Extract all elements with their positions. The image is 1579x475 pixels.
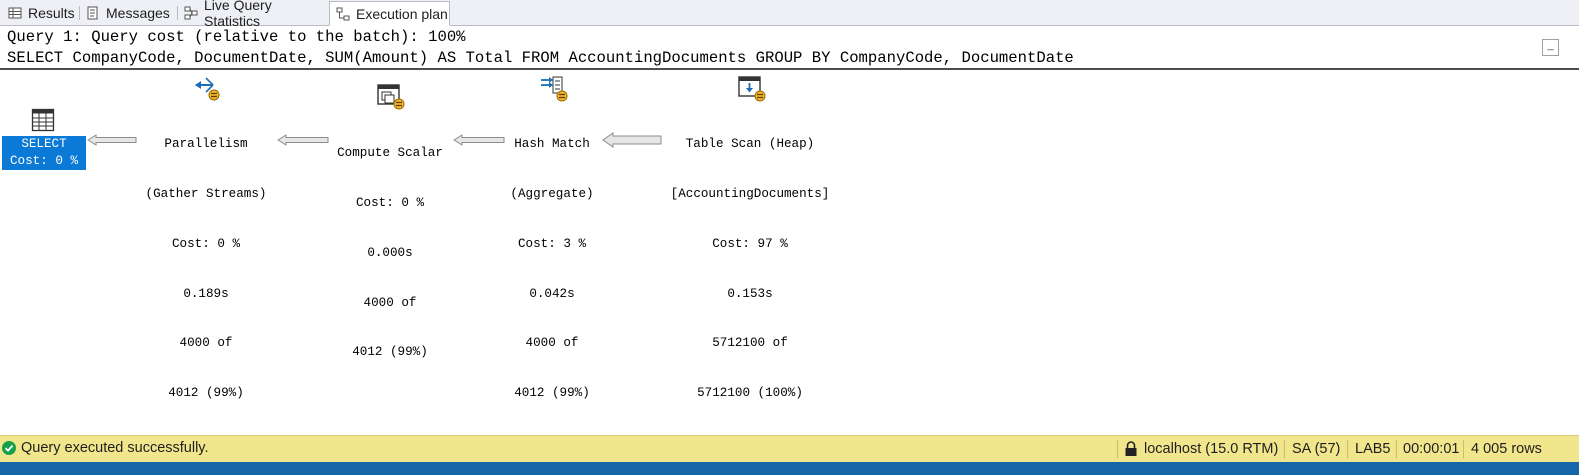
node-rows: 4000 of <box>363 295 417 310</box>
node-estimate: 5712100 (100%) <box>697 386 803 401</box>
query-cost-line: Query 1: Query cost (relative to the bat… <box>7 28 466 46</box>
tab-results-label: Results <box>28 5 75 21</box>
node-cost: Cost: 3 % <box>517 236 587 251</box>
tab-results[interactable]: Results <box>2 2 78 24</box>
status-message-area: Query executed successfully. <box>2 440 209 456</box>
hash-match-icon <box>541 76 568 102</box>
status-user: SA (57) <box>1292 441 1341 457</box>
status-bar: Query executed successfully. localhost (… <box>0 435 1579 462</box>
parallelism-node[interactable]: Parallelism (Gather Streams) Cost: 0 % 0… <box>126 103 286 435</box>
node-rows: 5712100 of <box>712 336 788 351</box>
compute-scalar-icon <box>377 84 405 110</box>
query-header: Query 1: Query cost (relative to the bat… <box>0 26 1579 70</box>
node-subtitle: (Aggregate) <box>510 186 594 201</box>
parallelism-node-icon[interactable] <box>193 76 221 102</box>
status-database: LAB5 <box>1355 441 1391 457</box>
node-cost: Cost: 0 % <box>171 236 241 251</box>
message-icon <box>86 6 100 20</box>
status-separator <box>1117 440 1118 458</box>
select-node-label: SELECT <box>21 137 67 151</box>
live-stats-icon <box>184 6 198 20</box>
node-estimate: 4012 (99%) <box>514 386 590 401</box>
table-scan-node[interactable]: Table Scan (Heap) [AccountingDocuments] … <box>650 103 850 435</box>
tab-messages-label: Messages <box>106 5 170 21</box>
status-message: Query executed successfully. <box>21 440 209 456</box>
status-separator <box>1347 440 1348 458</box>
table-scan-icon <box>738 76 766 102</box>
execution-plan-canvas: SELECT Cost: 0 % Parallelism (Gather Str… <box>0 72 1579 434</box>
tab-execution-plan-label: Execution plan <box>356 5 448 22</box>
hash-match-node[interactable]: Hash Match (Aggregate) Cost: 3 % 0.042s … <box>492 103 612 435</box>
node-time: 0.000s <box>367 245 413 260</box>
node-time: 0.189s <box>183 286 229 301</box>
collapse-button[interactable]: _ <box>1542 39 1559 56</box>
node-cost: Cost: 97 % <box>712 236 788 251</box>
compute-scalar-node[interactable]: Compute Scalar Cost: 0 % 0.000s 4000 of … <box>320 112 460 394</box>
hash-match-node-icon[interactable] <box>539 75 569 103</box>
tab-live-query-statistics[interactable]: Live Query Statistics <box>178 0 328 29</box>
node-subtitle: [AccountingDocuments] <box>670 186 830 201</box>
compute-scalar-node-icon[interactable] <box>376 83 406 111</box>
query-sql-text[interactable]: SELECT CompanyCode, DocumentDate, SUM(Am… <box>7 49 1074 67</box>
node-rows: 4000 of <box>179 336 233 351</box>
node-title: Compute Scalar <box>337 146 443 161</box>
node-time: 0.153s <box>727 286 773 301</box>
tab-live-query-statistics-label: Live Query Statistics <box>204 0 272 29</box>
node-rows: 4000 of <box>525 336 579 351</box>
result-tabstrip: Results Messages Live Query Statistics E… <box>0 0 1579 29</box>
node-estimate: 4012 (99%) <box>168 386 244 401</box>
status-separator <box>1463 440 1464 458</box>
table-scan-node-icon[interactable] <box>737 75 767 103</box>
grid-icon <box>8 6 22 20</box>
node-cost: Cost: 0 % <box>355 195 425 210</box>
status-row-count: 4 005 rows <box>1471 441 1542 457</box>
status-separator <box>1396 440 1397 458</box>
tab-execution-plan[interactable]: Execution plan <box>329 1 450 26</box>
node-title: Table Scan (Heap) <box>685 137 815 152</box>
node-title: Parallelism <box>164 137 248 152</box>
result-grid-icon <box>31 108 55 132</box>
node-time: 0.042s <box>529 286 575 301</box>
node-title: Hash Match <box>514 137 590 152</box>
status-separator <box>1284 440 1285 458</box>
execution-plan-icon <box>336 7 350 21</box>
lock-icon <box>1124 441 1138 457</box>
parallelism-icon <box>195 77 220 101</box>
status-elapsed-time: 00:00:01 <box>1403 441 1460 457</box>
select-node[interactable]: SELECT Cost: 0 % <box>2 136 86 170</box>
select-node-cost: Cost: 0 % <box>9 153 79 168</box>
window-bottom-strip <box>0 462 1579 475</box>
node-estimate: 4012 (99%) <box>352 345 428 360</box>
status-server: localhost (15.0 RTM) <box>1144 441 1279 457</box>
select-node-icon[interactable] <box>31 108 55 132</box>
tab-messages[interactable]: Messages <box>80 2 176 24</box>
node-subtitle: (Gather Streams) <box>145 186 267 201</box>
success-check-icon <box>2 441 16 455</box>
